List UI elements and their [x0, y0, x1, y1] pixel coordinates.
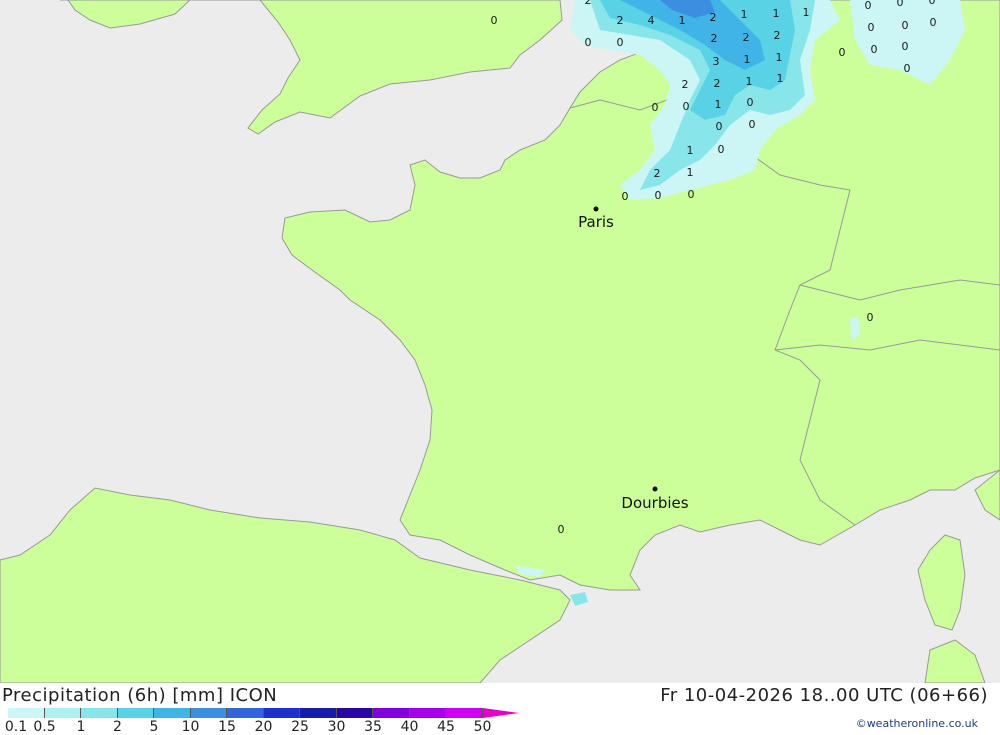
precip-value: 1: [803, 6, 810, 19]
city-label: Paris: [578, 213, 614, 231]
precip-value: 0: [617, 36, 624, 49]
legend-swatch: [154, 708, 191, 718]
precip-value: 1: [777, 72, 784, 85]
precip-value: 0: [558, 523, 565, 536]
precip-value: 0: [622, 190, 629, 203]
precip-value: 0: [871, 43, 878, 56]
precip-value: 0: [902, 40, 909, 53]
precip-value: 1: [715, 98, 722, 111]
valid-time: Fr 10-04-2026 18..00 UTC (06+66): [660, 685, 988, 706]
precip-value: 1: [679, 14, 686, 27]
precip-value: 1: [744, 53, 751, 66]
legend-swatch: [263, 708, 300, 718]
precip-value: 2: [682, 78, 689, 91]
legend-swatch: [81, 708, 118, 718]
precip-value: 1: [746, 75, 753, 88]
legend-swatch: [227, 708, 264, 718]
precip-value: 0: [868, 21, 875, 34]
precip-value: 2: [714, 77, 721, 90]
precip-value: 1: [776, 51, 783, 64]
color-legend: 0.1 0.5 1 2 5 10 15 20 25 30 35 40 45 50: [5, 708, 528, 735]
precipitation-map: 0 2 2 0 0 4 1 2 1 1 1 0 0 0 0 0 0 0 0 0 0 2 2 2 3 1 1 2 2 1 1 0 0 1 0 0 0 1 0 2…: [0, 0, 1000, 683]
precip-value: 0: [897, 0, 904, 9]
precip-value: 2: [710, 11, 717, 24]
precip-value: 0: [585, 36, 592, 49]
legend-swatch: [409, 708, 446, 718]
precip-value: 2: [774, 29, 781, 42]
credit-link[interactable]: ©weatheronline.co.uk: [856, 717, 978, 730]
precip-value: 0: [839, 46, 846, 59]
precip-value: 1: [741, 8, 748, 21]
precip-value: 0: [491, 14, 498, 27]
precip-value: 2: [743, 31, 750, 44]
precip-value: 0: [749, 118, 756, 131]
precip-value: 0: [904, 62, 911, 75]
precip-value: 0: [865, 0, 872, 12]
legend-arrow: [483, 708, 519, 718]
legend-swatch: [373, 708, 410, 718]
legend-swatch: [336, 708, 373, 718]
precip-value: 0: [930, 16, 937, 29]
legend-bar: [8, 708, 483, 718]
precip-value: 2: [654, 167, 661, 180]
precip-value: 3: [713, 55, 720, 68]
precip-value: 4: [648, 14, 655, 27]
legend-swatch: [8, 708, 45, 718]
precip-value: 1: [687, 166, 694, 179]
legend-swatch: [117, 708, 154, 718]
map-title: Precipitation (6h) [mm] ICON: [2, 685, 278, 706]
legend-swatch: [446, 708, 483, 718]
precip-value: 0: [688, 188, 695, 201]
precip-value: 0: [716, 120, 723, 133]
city-label: Dourbies: [621, 494, 688, 512]
precip-value: 1: [773, 7, 780, 20]
precip-value: 0: [902, 19, 909, 32]
legend-swatch: [44, 708, 81, 718]
precip-value: 2: [711, 32, 718, 45]
precip-value: 0: [655, 189, 662, 202]
precip-value: 0: [747, 96, 754, 109]
map-footer: Precipitation (6h) [mm] ICON Fr 10-04-20…: [0, 683, 1000, 735]
legend-swatch: [190, 708, 227, 718]
precip-value: 2: [617, 14, 624, 27]
precip-value: 0: [718, 143, 725, 156]
precip-value: 0: [929, 0, 936, 7]
precip-value: 0: [652, 101, 659, 114]
precip-value: 2: [585, 0, 592, 7]
precip-value: 1: [687, 144, 694, 157]
precip-value: 0: [867, 311, 874, 324]
legend-swatch: [300, 708, 337, 718]
precip-value: 0: [683, 100, 690, 113]
